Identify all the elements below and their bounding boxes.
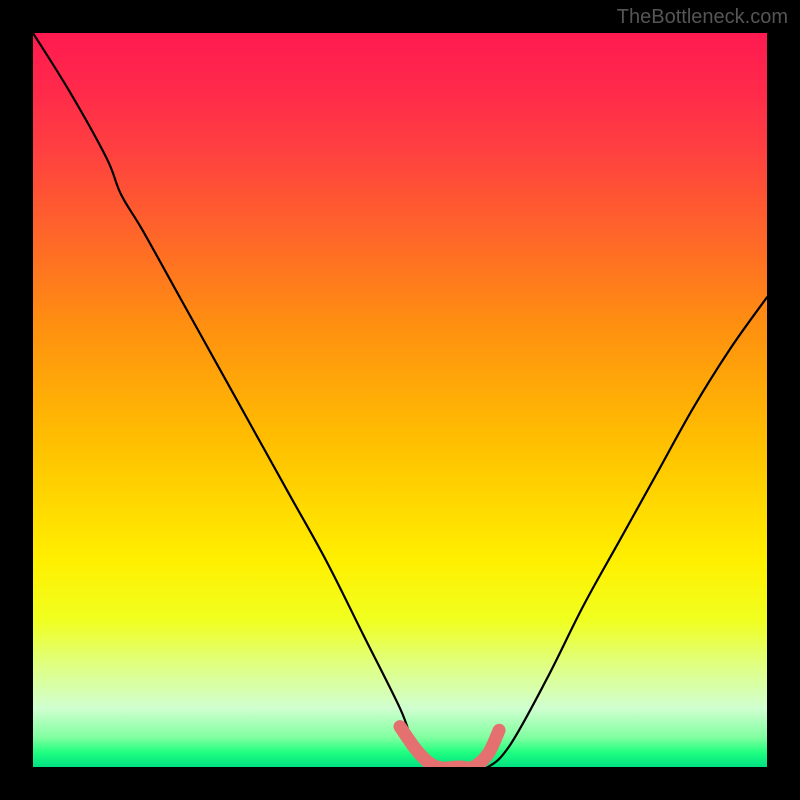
chart-plot-area xyxy=(33,33,767,767)
watermark-text: TheBottleneck.com xyxy=(617,6,788,29)
highlight-segment-line xyxy=(400,727,499,767)
bottleneck-curve-line xyxy=(33,33,767,767)
chart-svg xyxy=(33,33,767,767)
